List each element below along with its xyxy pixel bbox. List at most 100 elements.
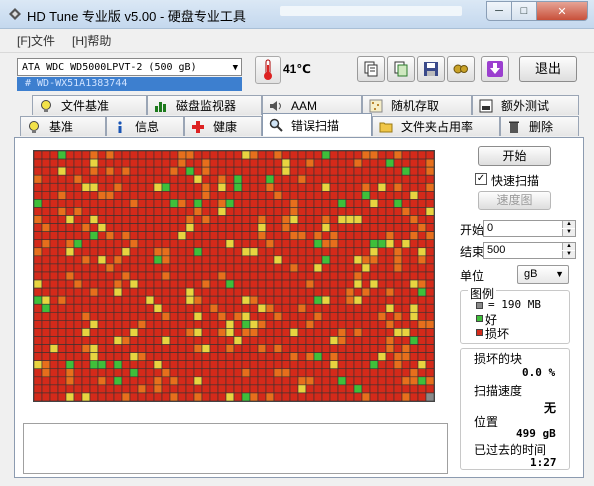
tab-file-benchmark[interactable]: 文件基准 <box>32 95 147 115</box>
block-cell <box>225 368 235 378</box>
copy-screenshot-button[interactable] <box>387 56 415 82</box>
block-cell <box>345 255 355 265</box>
block-cell <box>57 239 67 249</box>
block-cell <box>321 182 331 192</box>
save-button[interactable] <box>417 56 445 82</box>
block-cell <box>113 279 123 289</box>
block-cell <box>321 392 331 401</box>
block-cell <box>273 182 283 192</box>
block-cell <box>297 287 307 297</box>
maximize-button[interactable]: □ <box>512 1 537 21</box>
block-cell <box>225 279 235 289</box>
tab-info[interactable]: 信息 <box>106 116 184 136</box>
spin-up-icon[interactable]: ▲ <box>562 243 575 250</box>
block-cell <box>113 392 123 401</box>
block-cell <box>225 158 235 168</box>
block-cell <box>49 223 59 232</box>
block-cell <box>34 344 43 353</box>
block-cell <box>377 352 387 361</box>
tab-erase[interactable]: 删除 <box>500 116 579 136</box>
quick-scan-checkbox[interactable]: ✓ <box>475 173 487 185</box>
spin-up-icon[interactable]: ▲ <box>562 221 575 228</box>
tab-aam[interactable]: AAM <box>262 95 362 115</box>
block-cell <box>81 320 91 329</box>
block-cell <box>345 384 355 394</box>
tools-icon <box>453 64 468 74</box>
unit-select[interactable]: gB ▼ <box>517 265 569 284</box>
close-button[interactable]: ✕ <box>537 1 588 21</box>
block-cell <box>217 255 227 265</box>
block-cell <box>337 174 347 184</box>
block-cell <box>401 376 411 386</box>
start-position-input[interactable]: 0 ▲ ▼ <box>483 220 576 237</box>
block-cell <box>233 191 243 200</box>
block-cell <box>97 344 107 353</box>
spin-down-icon[interactable]: ▼ <box>562 229 575 236</box>
block-cell <box>81 384 91 394</box>
block-cell <box>417 384 427 394</box>
start-scan-button[interactable]: 开始 <box>478 146 551 166</box>
block-cell <box>313 199 323 208</box>
block-cell <box>41 392 51 401</box>
tab-benchmark[interactable]: 基准 <box>20 116 106 136</box>
block-cell <box>313 158 323 168</box>
block-cell <box>161 231 171 241</box>
block-cell <box>257 336 267 345</box>
block-cell <box>137 263 147 273</box>
exit-button[interactable]: 退出 <box>519 56 577 82</box>
block-cell <box>145 360 155 370</box>
block-cell <box>145 392 155 401</box>
minimize-button[interactable]: ─ <box>486 1 512 21</box>
block-cell <box>409 320 419 329</box>
block-cell <box>73 295 83 305</box>
block-cell <box>177 360 187 370</box>
block-cell <box>137 271 147 281</box>
block-cell <box>329 191 339 200</box>
menu-help[interactable]: [H]帮助 <box>72 32 111 49</box>
block-cell <box>153 344 163 353</box>
block-cell <box>273 279 283 289</box>
temperature-button[interactable] <box>255 56 281 84</box>
options-button[interactable] <box>447 56 475 82</box>
block-cell <box>209 158 219 168</box>
drive-select[interactable]: ATA WDC WD5000LPVT-2 (500 gB) ▼ <box>17 58 242 76</box>
block-cell <box>377 360 387 370</box>
block-cell <box>81 247 91 257</box>
block-cell <box>209 207 219 216</box>
block-cell <box>361 336 371 345</box>
spin-down-icon[interactable]: ▼ <box>562 251 575 258</box>
block-cell <box>401 344 411 353</box>
menu-file[interactable]: [F]文件 <box>17 32 55 49</box>
block-cell <box>257 384 267 394</box>
block-cell <box>193 384 203 394</box>
block-cell <box>177 182 187 192</box>
block-cell <box>89 384 99 394</box>
end-position-input[interactable]: 500 ▲ ▼ <box>483 242 576 259</box>
tab-error-scan[interactable]: 错误扫描 <box>262 113 372 136</box>
copy-info-button[interactable] <box>357 56 385 82</box>
block-cell <box>385 174 395 184</box>
block-cell <box>177 295 187 305</box>
tab-random-access[interactable]: 随机存取 <box>362 95 472 115</box>
tab-disk-monitor[interactable]: 磁盘监视器 <box>147 95 262 115</box>
block-cell <box>121 295 131 305</box>
block-cell <box>273 151 283 160</box>
block-cell <box>337 158 347 168</box>
block-cell <box>425 295 434 305</box>
block-cell <box>209 199 219 208</box>
block-cell <box>121 311 131 321</box>
speed-map-button[interactable]: 速度图 <box>478 191 551 210</box>
block-cell <box>233 384 243 394</box>
block-cell <box>137 295 147 305</box>
block-cell <box>297 223 307 232</box>
block-cell <box>409 287 419 297</box>
tab-health[interactable]: 健康 <box>184 116 262 136</box>
tab-extra-tests[interactable]: 额外测试 <box>472 95 579 115</box>
download-button[interactable] <box>481 56 509 82</box>
block-cell <box>385 247 395 257</box>
tab-folder-usage[interactable]: 文件夹占用率 <box>372 116 500 136</box>
maximize-icon: □ <box>520 5 528 17</box>
block-cell <box>65 231 75 241</box>
block-cell <box>121 166 131 176</box>
block-cell <box>89 239 99 249</box>
